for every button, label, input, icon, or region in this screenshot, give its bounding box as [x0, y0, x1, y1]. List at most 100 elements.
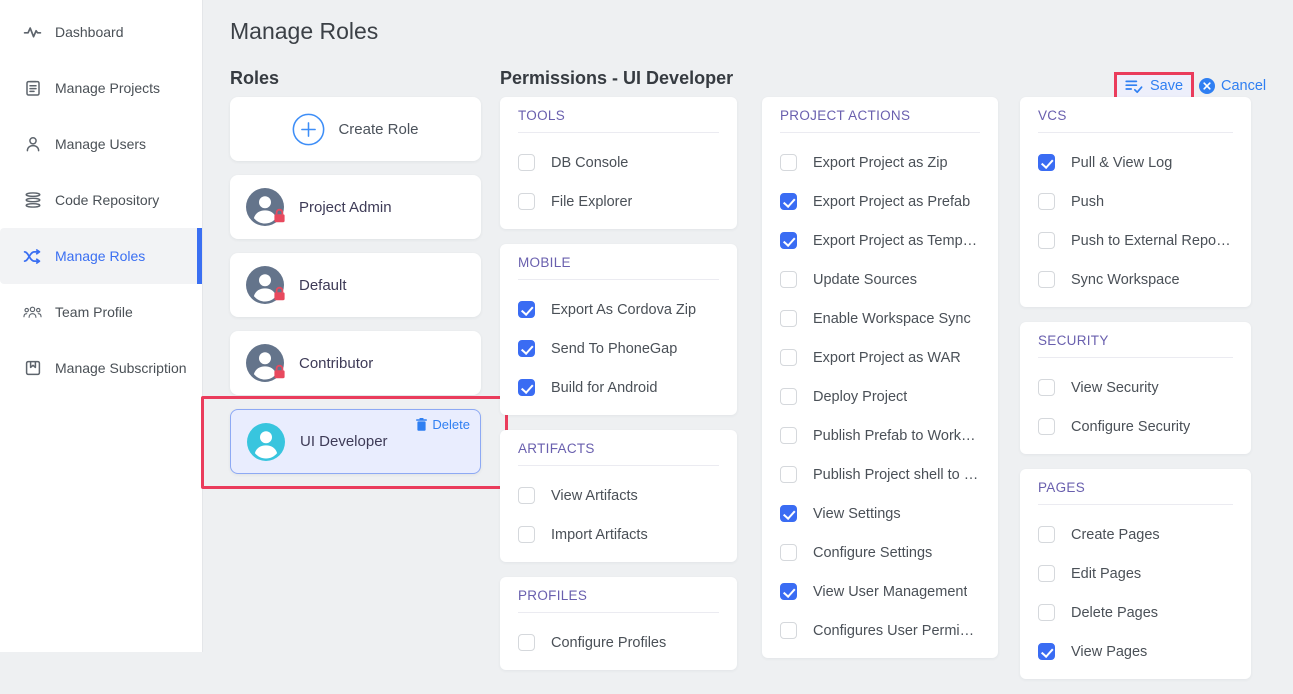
bookmark-square-icon — [23, 359, 42, 378]
role-avatar-icon — [246, 266, 284, 304]
lock-icon — [273, 364, 286, 384]
save-check-icon — [1125, 79, 1143, 94]
perm-delete-pages: Delete Pages — [1038, 603, 1233, 622]
divider — [518, 465, 719, 466]
checkbox-sync-workspace[interactable] — [1038, 271, 1055, 288]
role-card-project-admin[interactable]: Project Admin — [230, 175, 481, 239]
checkbox-configure-security[interactable] — [1038, 418, 1055, 435]
perm-view-user-management: View User Management — [780, 582, 980, 601]
perm-enable-workspace-sync: Enable Workspace Sync — [780, 309, 980, 328]
perm-view-security: View Security — [1038, 378, 1233, 397]
permission-group-title: PROFILES — [518, 588, 719, 603]
role-card-selected[interactable]: Delete UI Developer — [230, 409, 481, 474]
create-role-button[interactable]: Create Role — [230, 97, 481, 161]
checkbox-push-to-external-repository[interactable] — [1038, 232, 1055, 249]
sidebar-item-team-profile[interactable]: Team Profile — [0, 284, 202, 340]
sidebar-item-manage-projects[interactable]: Manage Projects — [0, 60, 202, 116]
role-avatar-icon — [247, 423, 285, 461]
permissions-column-2: PROJECT ACTIONS Export Project as Zip Ex… — [762, 97, 998, 673]
perm-push: Push — [1038, 192, 1233, 211]
roles-list: Create Role Project Admin Default Contri… — [230, 97, 481, 488]
checkbox-configures-user-permissions[interactable] — [780, 622, 797, 639]
checkbox-edit-pages[interactable] — [1038, 565, 1055, 582]
checkbox-push[interactable] — [1038, 193, 1055, 210]
checkbox-create-pages[interactable] — [1038, 526, 1055, 543]
checkbox-build-for-android[interactable] — [518, 379, 535, 396]
permission-group-security: SECURITY View Security Configure Securit… — [1020, 322, 1251, 454]
checkbox-configure-profiles[interactable] — [518, 634, 535, 651]
checkbox-file-explorer[interactable] — [518, 193, 535, 210]
permissions-column-3: VCS Pull & View Log Push Push to Externa… — [1020, 97, 1251, 694]
checkbox-configure-settings[interactable] — [780, 544, 797, 561]
perm-publish-project-shell-to-workspace: Publish Project shell to Workspace — [780, 465, 980, 484]
role-name: Project Admin — [299, 199, 392, 216]
perm-view-settings: View Settings — [780, 504, 980, 523]
checkbox-enable-workspace-sync[interactable] — [780, 310, 797, 327]
checkbox-import-artifacts[interactable] — [518, 526, 535, 543]
role-card-default[interactable]: Default — [230, 253, 481, 317]
permission-group-title: TOOLS — [518, 108, 719, 123]
perm-build-for-android: Build for Android — [518, 378, 719, 397]
perm-configure-settings: Configure Settings — [780, 543, 980, 562]
role-avatar-icon — [246, 344, 284, 382]
user-icon — [23, 135, 42, 154]
checkbox-view-artifacts[interactable] — [518, 487, 535, 504]
sidebar-item-dashboard[interactable]: Dashboard — [0, 4, 202, 60]
perm-create-pages: Create Pages — [1038, 525, 1233, 544]
permission-group-project-actions: PROJECT ACTIONS Export Project as Zip Ex… — [762, 97, 998, 658]
perm-export-project-as-prefab: Export Project as Prefab — [780, 192, 980, 211]
permission-group-pages: PAGES Create Pages Edit Pages Delete Pag… — [1020, 469, 1251, 679]
repo-icon — [23, 191, 42, 210]
checkbox-export-as-cordova-zip[interactable] — [518, 301, 535, 318]
checkbox-update-sources[interactable] — [780, 271, 797, 288]
checkbox-publish-prefab-to-workspace[interactable] — [780, 427, 797, 444]
sidebar-item-manage-subscription[interactable]: Manage Subscription — [0, 340, 202, 396]
sidebar-item-manage-roles[interactable]: Manage Roles — [0, 228, 202, 284]
checkbox-view-user-management[interactable] — [780, 583, 797, 600]
sidebar-item-code-repository[interactable]: Code Repository — [0, 172, 202, 228]
sidebar-item-manage-users[interactable]: Manage Users — [0, 116, 202, 172]
checkbox-send-to-phonegap[interactable] — [518, 340, 535, 357]
permission-group-title: MOBILE — [518, 255, 719, 270]
save-button[interactable]: Save — [1117, 75, 1191, 97]
divider — [1038, 357, 1233, 358]
activity-icon — [23, 23, 42, 42]
trash-icon — [416, 418, 427, 431]
divider — [1038, 132, 1233, 133]
page-title: Manage Roles — [230, 18, 378, 45]
divider — [518, 279, 719, 280]
perm-publish-prefab-to-workspace: Publish Prefab to Workspace — [780, 426, 980, 445]
role-name: Contributor — [299, 355, 373, 372]
permission-group-title: VCS — [1038, 108, 1233, 123]
perm-file-explorer: File Explorer — [518, 192, 719, 211]
checkbox-view-security[interactable] — [1038, 379, 1055, 396]
perm-db-console: DB Console — [518, 153, 719, 172]
checkbox-view-settings[interactable] — [780, 505, 797, 522]
checkbox-export-project-as-template[interactable] — [780, 232, 797, 249]
delete-role-button[interactable]: Delete — [416, 417, 470, 432]
cancel-button[interactable]: Cancel — [1199, 76, 1266, 96]
perm-edit-pages: Edit Pages — [1038, 564, 1233, 583]
permission-group-mobile: MOBILE Export As Cordova Zip Send To Pho… — [500, 244, 737, 415]
perm-push-to-external-repository: Push to External Repository — [1038, 231, 1233, 250]
checkbox-db-console[interactable] — [518, 154, 535, 171]
checkbox-deploy-project[interactable] — [780, 388, 797, 405]
permissions-heading: Permissions - UI Developer — [500, 68, 733, 89]
role-card-contributor[interactable]: Contributor — [230, 331, 481, 395]
permission-group-title: ARTIFACTS — [518, 441, 719, 456]
checkbox-publish-project-shell-to-workspace[interactable] — [780, 466, 797, 483]
perm-configure-security: Configure Security — [1038, 417, 1233, 436]
checkbox-delete-pages[interactable] — [1038, 604, 1055, 621]
checkbox-pull-view-log[interactable] — [1038, 154, 1055, 171]
permission-group-title: PROJECT ACTIONS — [780, 108, 980, 123]
checkbox-export-project-as-zip[interactable] — [780, 154, 797, 171]
perm-pull-view-log: Pull & View Log — [1038, 153, 1233, 172]
checkbox-export-project-as-war[interactable] — [780, 349, 797, 366]
divider — [518, 612, 719, 613]
permission-group-profiles: PROFILES Configure Profiles — [500, 577, 737, 670]
perm-export-project-as-template: Export Project as Template ... — [780, 231, 980, 250]
checkbox-export-project-as-prefab[interactable] — [780, 193, 797, 210]
lock-icon — [273, 286, 286, 306]
divider — [1038, 504, 1233, 505]
perm-export-project-as-war: Export Project as WAR — [780, 348, 980, 367]
